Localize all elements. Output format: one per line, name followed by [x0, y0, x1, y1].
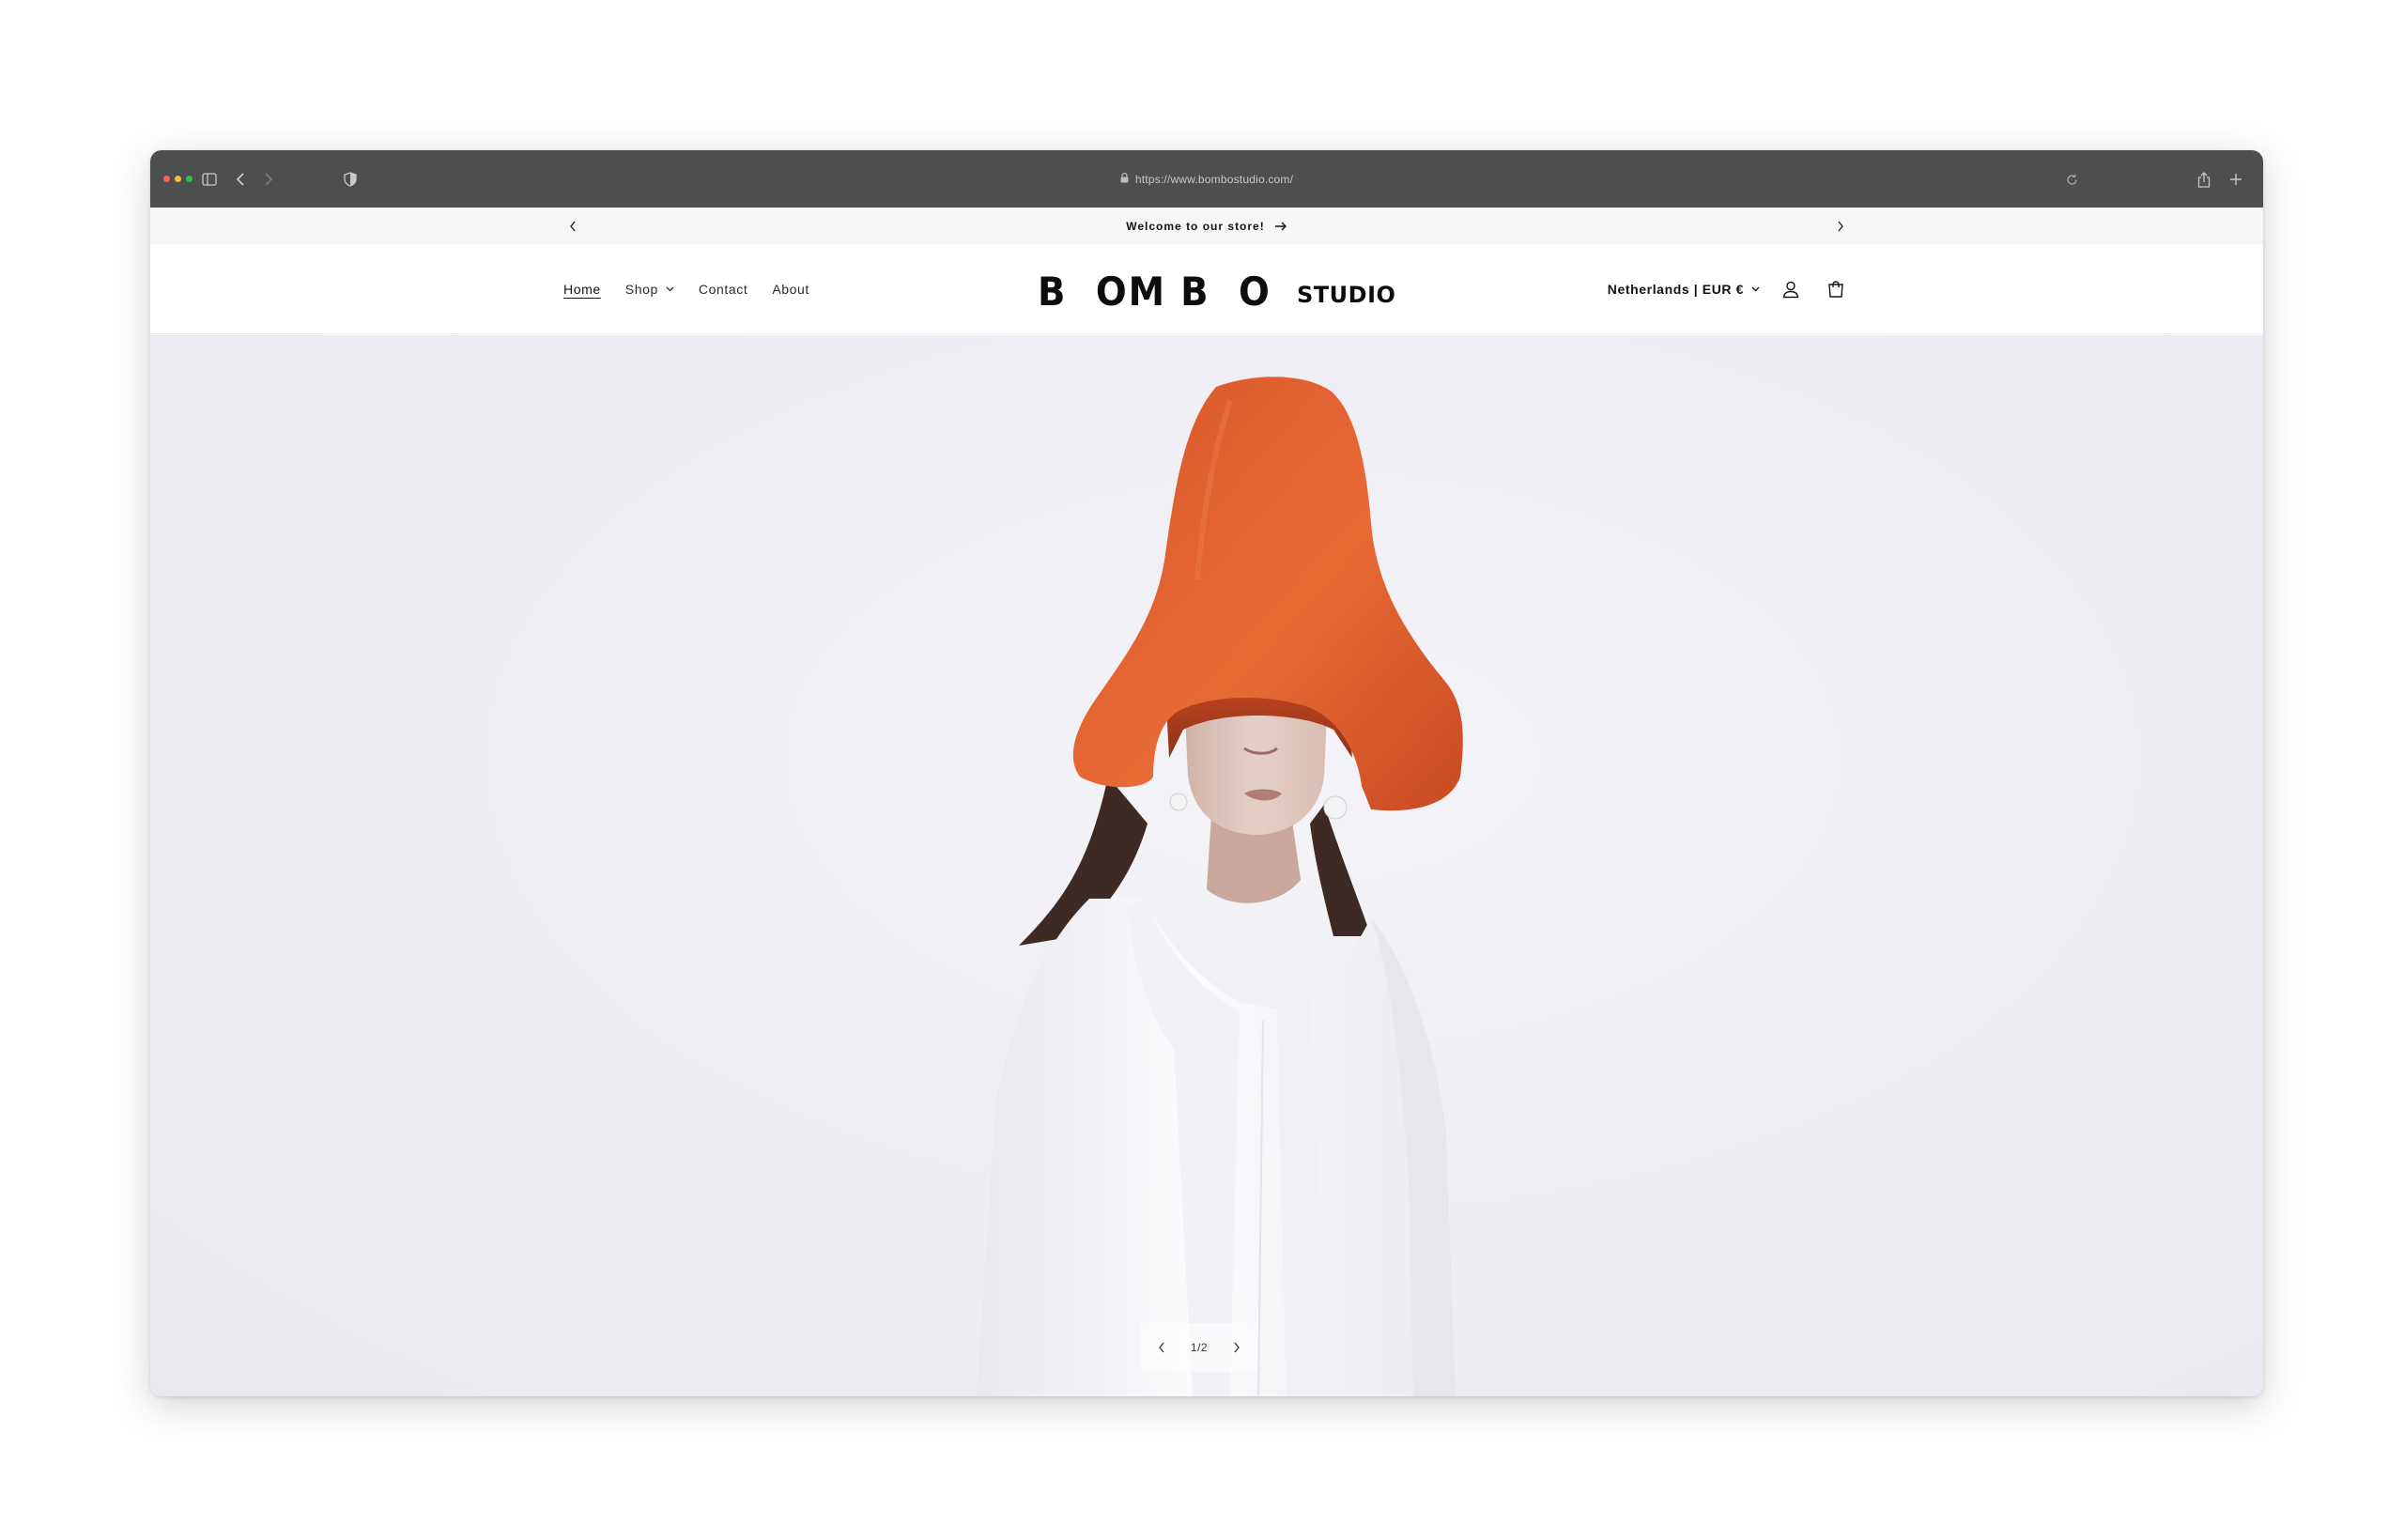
header-utilities: Netherlands | EUR € — [1608, 244, 1850, 334]
minimize-window-button[interactable] — [175, 176, 181, 182]
chevron-down-icon — [666, 286, 674, 292]
share-icon[interactable] — [2194, 166, 2214, 192]
hero-slideshow: 1/2 — [150, 335, 2263, 1396]
announcement-message: Welcome to our store! — [150, 208, 2263, 244]
close-window-button[interactable] — [163, 176, 170, 182]
zoom-window-button[interactable] — [186, 176, 193, 182]
chevron-right-icon — [1838, 221, 1843, 232]
arrow-right-icon — [1274, 222, 1287, 230]
lock-icon — [1120, 171, 1129, 188]
site-logo[interactable]: B OM B O STUDIO — [1038, 244, 1413, 334]
announcement-next-button[interactable] — [1831, 217, 1850, 236]
chevron-down-icon — [1751, 286, 1760, 292]
plus-icon[interactable] — [2226, 166, 2246, 192]
cart-icon[interactable] — [1822, 275, 1850, 303]
locale-label: Netherlands | EUR € — [1607, 282, 1744, 297]
reload-icon[interactable] — [2062, 166, 2081, 192]
locale-selector[interactable]: Netherlands | EUR € — [1608, 282, 1760, 297]
site-header: Home Shop Contact About B OM B O STUDIO … — [150, 244, 2263, 334]
chevron-right-icon — [1234, 1342, 1240, 1353]
browser-window: https://www.bombostudio.com/ Welcome to … — [150, 150, 2263, 1396]
slide-counter: 1/2 — [1190, 1341, 1209, 1354]
browser-toolbar: https://www.bombostudio.com/ — [150, 150, 2263, 208]
account-icon[interactable] — [1777, 275, 1805, 303]
address-bar: https://www.bombostudio.com/ — [150, 150, 2263, 208]
announcement-text[interactable]: Welcome to our store! — [1126, 220, 1264, 233]
slide-next-button[interactable] — [1216, 1323, 1257, 1372]
hero-image — [977, 377, 1463, 1396]
logo-wordmark: B OM B O — [1038, 269, 1271, 315]
window-controls — [163, 176, 193, 182]
nav-item-about[interactable]: About — [772, 282, 809, 297]
logo-subtitle: STUDIO — [1297, 282, 1396, 308]
chevron-left-icon — [1159, 1342, 1164, 1353]
nav-item-shop-label: Shop — [624, 282, 658, 297]
nav-item-home[interactable]: Home — [563, 282, 601, 297]
forward-button[interactable] — [259, 166, 278, 192]
main-nav: Home Shop Contact About — [563, 244, 809, 334]
url-text[interactable]: https://www.bombostudio.com/ — [1135, 173, 1293, 186]
back-button[interactable] — [231, 166, 250, 192]
announcement-bar: Welcome to our store! — [150, 208, 2263, 244]
nav-item-contact[interactable]: Contact — [699, 282, 747, 297]
sidebar-icon[interactable] — [199, 166, 220, 192]
chevron-right-icon — [265, 173, 273, 186]
shield-icon[interactable] — [340, 166, 361, 192]
slideshow-controls: 1/2 — [1141, 1323, 1257, 1372]
chevron-left-icon — [236, 173, 244, 186]
nav-item-shop[interactable]: Shop — [625, 282, 674, 297]
slide-prev-button[interactable] — [1141, 1323, 1182, 1372]
